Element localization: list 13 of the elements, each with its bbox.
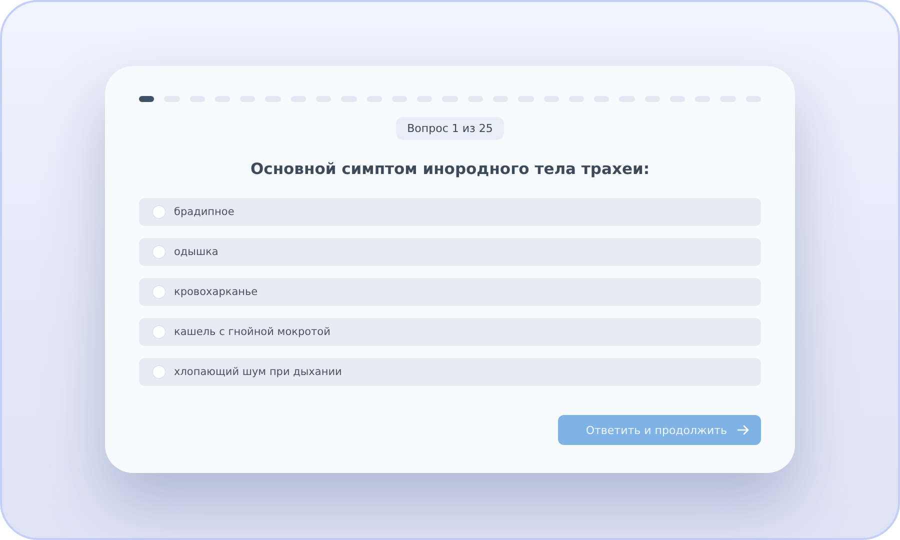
question-title: Основной симптом инородного тела трахеи: xyxy=(249,160,651,178)
answer-option[interactable]: брадипное xyxy=(139,198,761,226)
radio-button[interactable] xyxy=(152,285,166,299)
answer-option[interactable]: кровохарканье xyxy=(139,278,761,306)
radio-button[interactable] xyxy=(152,245,166,259)
answer-option[interactable]: одышка xyxy=(139,238,761,266)
arrow-right-icon xyxy=(737,425,749,435)
question-counter: Вопрос 1 из 25 xyxy=(396,117,504,140)
radio-button[interactable] xyxy=(152,205,166,219)
radio-button[interactable] xyxy=(152,365,166,379)
answer-option[interactable]: хлопающий шум при дыхании xyxy=(139,358,761,386)
radio-button[interactable] xyxy=(152,325,166,339)
answer-option[interactable]: кашель с гнойной мокротой xyxy=(139,318,761,346)
